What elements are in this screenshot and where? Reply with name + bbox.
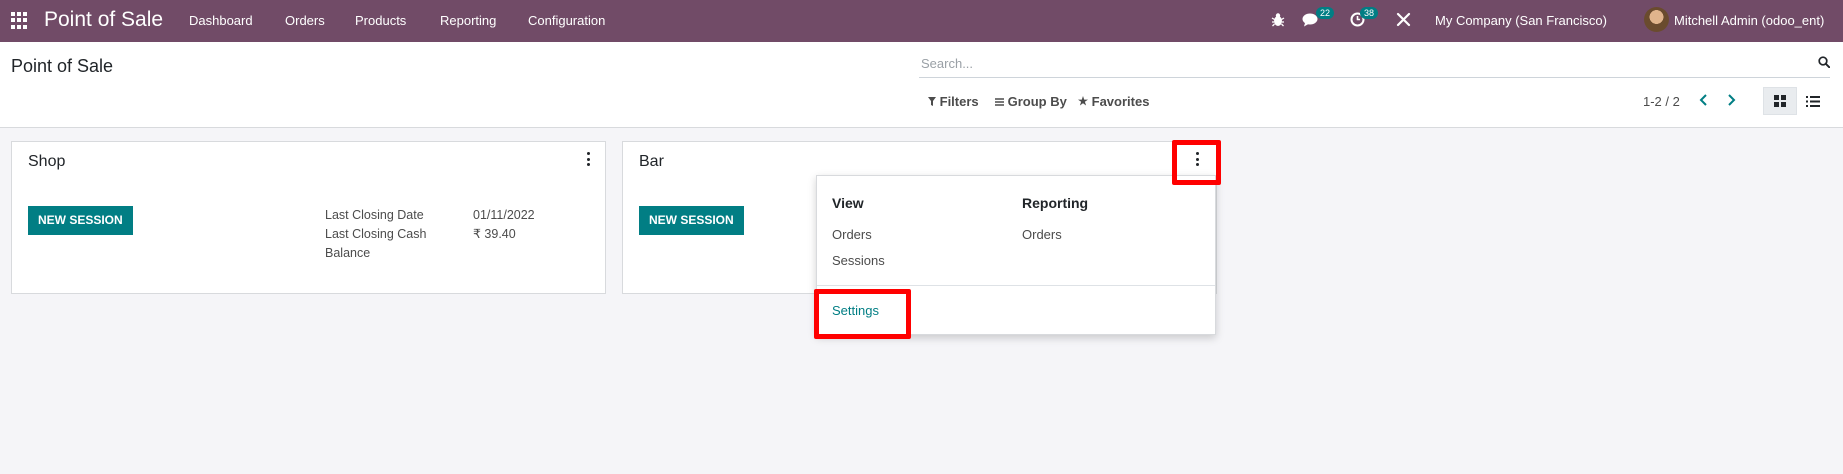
favorites-label: Favorites bbox=[1091, 94, 1150, 109]
dropdown-item-settings[interactable]: Settings bbox=[832, 303, 879, 318]
group-by-label: Group By bbox=[1007, 94, 1067, 109]
page-title: Point of Sale bbox=[11, 56, 114, 76]
top-navbar: Point of Sale Dashboard Orders Products … bbox=[0, 0, 1843, 42]
menu-orders[interactable]: Orders bbox=[285, 13, 325, 28]
reporting-heading: Reporting bbox=[1022, 195, 1089, 211]
list-view-button[interactable] bbox=[1796, 87, 1830, 115]
kebab-menu-icon[interactable] bbox=[585, 152, 591, 166]
card-title: Shop bbox=[28, 153, 66, 170]
filter-icon bbox=[928, 97, 936, 106]
menu-reporting[interactable]: Reporting bbox=[440, 13, 496, 28]
dropdown-divider bbox=[817, 285, 1215, 286]
list-view-icon bbox=[1806, 96, 1820, 107]
company-switcher[interactable]: My Company (San Francisco) bbox=[1435, 13, 1607, 28]
last-closing-cash-label-2: Balance bbox=[325, 246, 371, 260]
group-by-button[interactable]: Group By bbox=[995, 94, 1067, 109]
dropdown-item-orders[interactable]: Orders bbox=[832, 227, 872, 242]
last-closing-date-value: 01/11/2022 bbox=[473, 208, 535, 222]
avatar[interactable] bbox=[1644, 7, 1669, 32]
kanban-view-button[interactable] bbox=[1763, 87, 1797, 115]
kebab-menu-icon[interactable] bbox=[1194, 152, 1200, 166]
chevron-right-icon[interactable] bbox=[1723, 92, 1739, 108]
star-icon bbox=[1078, 96, 1088, 106]
bug-icon[interactable] bbox=[1271, 12, 1285, 27]
last-closing-cash-value: ₹ 39.40 bbox=[473, 227, 516, 241]
menu-dashboard[interactable]: Dashboard bbox=[189, 13, 253, 28]
pager-value[interactable]: 1-2 / 2 bbox=[1643, 94, 1680, 109]
user-menu[interactable]: Mitchell Admin (odoo_ent) bbox=[1674, 13, 1824, 28]
card-dropdown-menu: View Orders Sessions Reporting Orders Se… bbox=[816, 175, 1216, 335]
control-panel: Point of Sale Filters Group By Favorites… bbox=[0, 42, 1843, 128]
view-heading: View bbox=[832, 195, 864, 211]
activities-badge: 38 bbox=[1360, 7, 1379, 19]
tools-icon[interactable] bbox=[1396, 12, 1411, 27]
search-icon[interactable] bbox=[1818, 56, 1830, 68]
kanban-icon bbox=[1774, 95, 1786, 107]
new-session-button[interactable]: NEW SESSION bbox=[28, 206, 133, 235]
chevron-left-icon[interactable] bbox=[1696, 92, 1712, 108]
new-session-button[interactable]: NEW SESSION bbox=[639, 206, 744, 235]
menu-products[interactable]: Products bbox=[355, 13, 406, 28]
messages-badge: 22 bbox=[1316, 7, 1335, 19]
last-closing-date-label: Last Closing Date bbox=[325, 208, 424, 222]
app-title[interactable]: Point of Sale bbox=[44, 8, 163, 32]
apps-grid-icon[interactable] bbox=[11, 12, 28, 29]
menu-configuration[interactable]: Configuration bbox=[528, 13, 605, 28]
filters-label: Filters bbox=[939, 94, 979, 109]
last-closing-cash-label: Last Closing Cash bbox=[325, 227, 427, 241]
list-icon bbox=[995, 98, 1004, 106]
dropdown-item-reporting-orders[interactable]: Orders bbox=[1022, 227, 1062, 242]
kanban-card-shop: Shop NEW SESSION Last Closing Date 01/11… bbox=[11, 141, 606, 294]
card-title: Bar bbox=[639, 153, 664, 170]
search-input[interactable] bbox=[919, 50, 1830, 78]
dropdown-item-sessions[interactable]: Sessions bbox=[832, 253, 885, 268]
filters-button[interactable]: Filters bbox=[928, 94, 979, 109]
favorites-button[interactable]: Favorites bbox=[1078, 94, 1149, 109]
